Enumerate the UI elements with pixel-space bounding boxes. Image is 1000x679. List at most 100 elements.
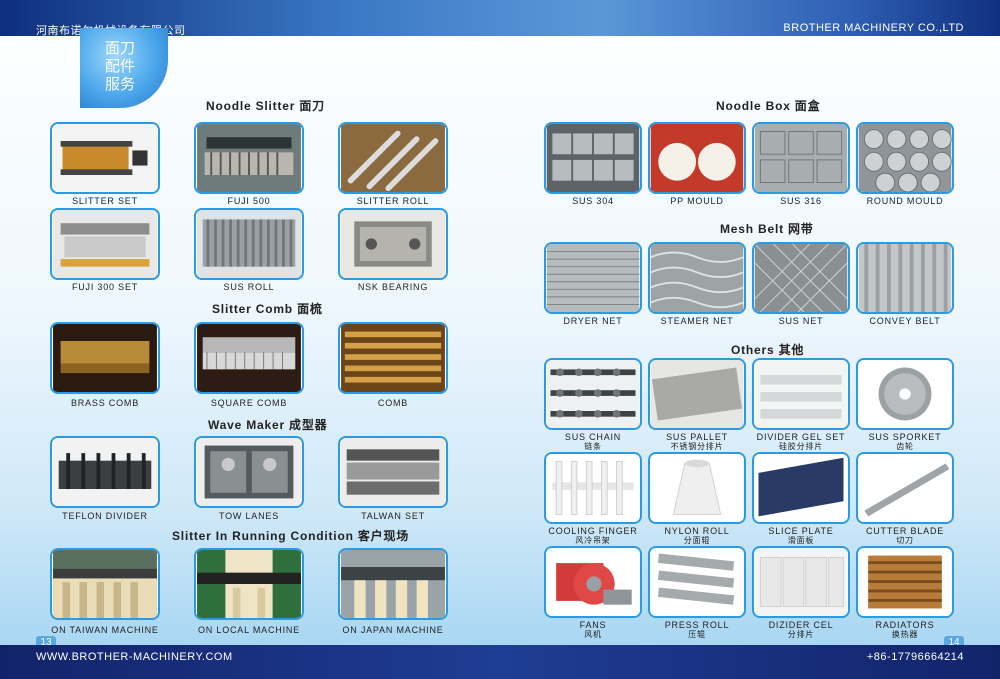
caption-dizider-cel: DIZIDER CEL 分排片 xyxy=(744,620,858,639)
product-image-cutter-blade xyxy=(856,452,954,524)
footer-bar: WWW.BROTHER-MACHINERY.COM +86-1779666421… xyxy=(0,645,1000,679)
caption-sus-net: SUS NET xyxy=(778,316,824,326)
caption-slitter-roll: SLITTER ROLL xyxy=(356,196,430,206)
badge-line-2: 配件 xyxy=(104,58,135,75)
product-image-sus-net xyxy=(752,242,850,314)
caption-press-roll-cn: 压辊 xyxy=(688,630,706,639)
caption-divider-gel-set-en: DIVIDER GEL SET xyxy=(756,432,846,442)
product-image-convey-belt xyxy=(856,242,954,314)
caption-cutter-blade: CUTTER BLADE 切刀 xyxy=(848,526,962,545)
product-image-tow-lanes xyxy=(194,436,304,508)
section-title-mesh-belt: Mesh Belt 网带 xyxy=(720,222,814,236)
caption-on-local-machine: ON LOCAL MACHINE xyxy=(198,625,300,635)
product-image-talwan-set xyxy=(338,436,448,508)
caption-slice-plate-en: SLICE PLATE xyxy=(768,526,834,536)
caption-nylon-roll: NYLON ROLL 分面辊 xyxy=(640,526,754,545)
product-image-round-mould xyxy=(856,122,954,194)
product-image-slitter-roll xyxy=(338,122,448,194)
product-image-fuji-300-set xyxy=(50,208,160,280)
caption-dizider-cel-en: DIZIDER CEL xyxy=(768,620,834,630)
product-image-sus-sporket xyxy=(856,358,954,430)
product-image-sus-roll xyxy=(194,208,304,280)
caption-nsk-bearing: NSK BEARING xyxy=(357,282,429,292)
product-image-dizider-cel xyxy=(752,546,850,618)
caption-sus-pallet-cn: 不锈钢分排片 xyxy=(670,442,724,451)
caption-divider-gel-set: DIVIDER GEL SET 硅胶分排片 xyxy=(744,432,858,451)
caption-pp-mould: PP MOULD xyxy=(670,196,724,206)
caption-comb: COMB xyxy=(377,398,409,408)
product-image-steamer-net xyxy=(648,242,746,314)
caption-press-roll: PRESS ROLL 压辊 xyxy=(640,620,754,639)
caption-cooling-finger-en: COOLING FINGER xyxy=(548,526,638,536)
caption-teflon-divider: TEFLON DIVIDER xyxy=(62,511,148,521)
caption-cutter-blade-en: CUTTER BLADE xyxy=(865,526,945,536)
product-image-slice-plate xyxy=(752,452,850,524)
caption-sus-pallet-en: SUS PALLET xyxy=(666,432,728,442)
caption-talwan-set: TALWAN SET xyxy=(361,511,425,521)
section-title-others: Others 其他 xyxy=(731,343,805,357)
caption-sus-sporket-cn: 齿轮 xyxy=(896,442,914,451)
caption-sus-chain-cn: 链条 xyxy=(584,442,602,451)
product-image-cooling-finger xyxy=(544,452,642,524)
caption-cutter-blade-cn: 切刀 xyxy=(896,536,914,545)
caption-steamer-net: STEAMER NET xyxy=(660,316,734,326)
caption-radiators-en: RADIATORS xyxy=(875,620,935,630)
product-image-fuji-500 xyxy=(194,122,304,194)
product-image-sus-304 xyxy=(544,122,642,194)
caption-sus-pallet: SUS PALLET 不锈钢分排片 xyxy=(640,432,754,451)
product-image-press-roll xyxy=(648,546,746,618)
caption-cooling-finger-cn: 风冷吊架 xyxy=(575,536,611,545)
caption-divider-gel-set-cn: 硅胶分排片 xyxy=(779,442,823,451)
caption-slice-plate-cn: 滑面板 xyxy=(787,536,815,545)
product-image-divider-gel-set xyxy=(752,358,850,430)
caption-square-comb: SQUARE COMB xyxy=(210,398,288,408)
caption-dryer-net: DRYER NET xyxy=(563,316,623,326)
product-image-slitter-set xyxy=(50,122,160,194)
caption-fans-cn: 风机 xyxy=(584,630,602,639)
photo-on-taiwan-machine xyxy=(50,548,160,620)
section-title-noodle-box: Noodle Box 面盒 xyxy=(716,99,821,113)
caption-convey-belt: CONVEY BELT xyxy=(869,316,941,326)
section-title-slitter-comb: Slitter Comb 面梳 xyxy=(212,302,323,316)
product-image-sus-pallet xyxy=(648,358,746,430)
caption-dizider-cel-cn: 分排片 xyxy=(787,630,815,639)
product-image-sus-chain xyxy=(544,358,642,430)
caption-round-mould: ROUND MOULD xyxy=(866,196,944,206)
caption-cooling-finger: COOLING FINGER 风冷吊架 xyxy=(536,526,650,545)
photo-on-japan-machine xyxy=(338,548,448,620)
product-image-radiators xyxy=(856,546,954,618)
caption-sus-316: SUS 316 xyxy=(780,196,822,206)
section-title-wave-maker: Wave Maker 成型器 xyxy=(208,418,328,432)
product-image-square-comb xyxy=(194,322,304,394)
badge-line-3: 服务 xyxy=(104,76,135,93)
caption-slitter-set: SLITTER SET xyxy=(72,196,138,206)
caption-sus-sporket-en: SUS SPORKET xyxy=(868,432,942,442)
caption-nylon-roll-cn: 分面辊 xyxy=(683,536,711,545)
company-name-en: BROTHER MACHINERY CO.,LTD xyxy=(783,22,964,34)
caption-fans-en: FANS xyxy=(579,620,607,630)
product-image-comb xyxy=(338,322,448,394)
caption-nylon-roll-en: NYLON ROLL xyxy=(664,526,730,536)
website-link[interactable]: WWW.BROTHER-MACHINERY.COM xyxy=(36,651,233,663)
phone-number: +86-17796664214 xyxy=(866,651,964,663)
badge-line-1: 面刀 xyxy=(104,40,135,57)
caption-fuji-300-set: FUJI 300 SET xyxy=(71,282,139,292)
caption-sus-304: SUS 304 xyxy=(572,196,614,206)
caption-sus-chain: SUS CHAIN 链条 xyxy=(536,432,650,451)
caption-fuji-500: FUJI 500 xyxy=(227,196,271,206)
product-image-pp-mould xyxy=(648,122,746,194)
photo-on-local-machine xyxy=(194,548,304,620)
product-image-fans xyxy=(544,546,642,618)
caption-slice-plate: SLICE PLATE 滑面板 xyxy=(744,526,858,545)
service-badge: 面刀 配件 服务 xyxy=(80,28,168,108)
product-image-nylon-roll xyxy=(648,452,746,524)
caption-press-roll-en: PRESS ROLL xyxy=(664,620,730,630)
caption-tow-lanes: TOW LANES xyxy=(218,511,280,521)
product-image-brass-comb xyxy=(50,322,160,394)
section-title-running-condition: Slitter In Running Condition 客户现场 xyxy=(172,529,410,543)
caption-on-taiwan-machine: ON TAIWAN MACHINE xyxy=(51,625,159,635)
caption-brass-comb: BRASS COMB xyxy=(70,398,139,408)
caption-sus-chain-en: SUS CHAIN xyxy=(564,432,622,442)
product-image-nsk-bearing xyxy=(338,208,448,280)
caption-fans: FANS 风机 xyxy=(536,620,650,639)
